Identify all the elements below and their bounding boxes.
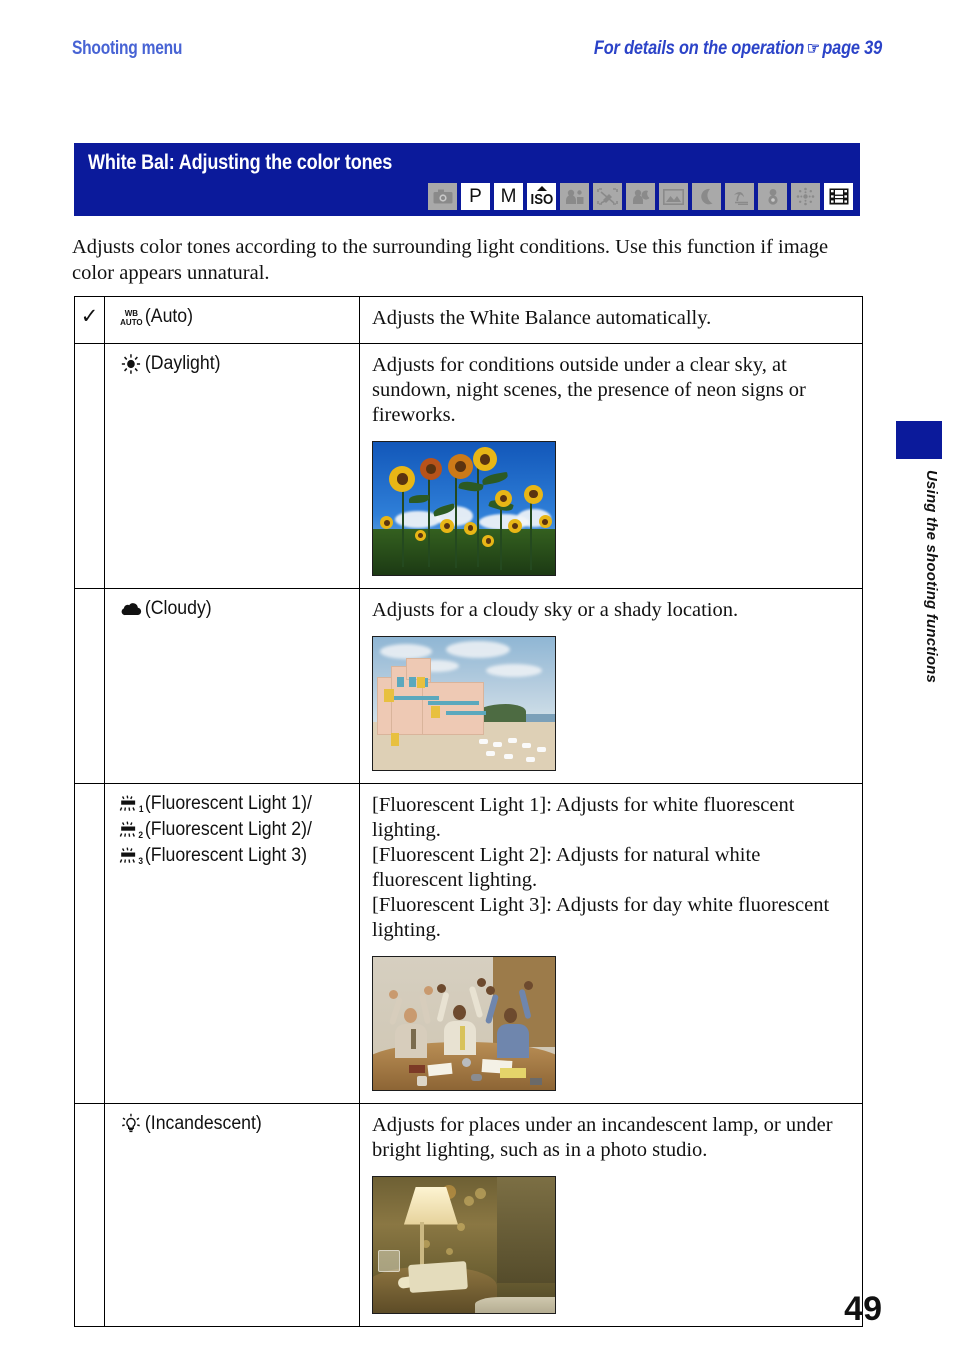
option-label: (Daylight)	[144, 353, 221, 374]
fluorescent-light-1-icon: 1	[117, 792, 145, 816]
incandescent-bulb-icon	[117, 1112, 145, 1136]
option-daylight: (Daylight)	[117, 352, 336, 376]
option-label: (Fluorescent Light 1)/	[144, 793, 312, 814]
fireworks-mode-icon	[791, 183, 820, 210]
svg-text:AUTO: AUTO	[120, 317, 143, 327]
fluorescent-light-2-icon: 2	[117, 818, 145, 842]
program-mode-icon: P	[461, 183, 490, 210]
table-row: (Cloudy) Adjusts for a cloudy sky or a s…	[74, 588, 863, 784]
description-cell: Adjusts for a cloudy sky or a shady loca…	[359, 588, 863, 784]
running-head-reference: For details on the operation ☞ page 39	[594, 38, 882, 60]
example-photo-sunflowers	[372, 441, 556, 576]
option-auto: WB AUTO (Auto)	[117, 305, 336, 329]
svg-text:3: 3	[138, 856, 143, 866]
option-cell: WB AUTO (Auto)	[104, 296, 360, 344]
option-label: (Fluorescent Light 3)	[144, 845, 307, 866]
running-head-section: Shooting menu	[72, 38, 183, 59]
description-cell: [Fluorescent Light 1]: Adjusts for white…	[359, 783, 863, 1104]
no-flash-hand-icon	[597, 188, 618, 205]
description-cell: Adjusts for places under an incandescent…	[359, 1103, 863, 1327]
iso-mode-icon: ISO	[527, 183, 556, 210]
description-text: [Fluorescent Light 1]: Adjusts for white…	[372, 794, 830, 941]
landscape-mode-icon	[659, 183, 688, 210]
option-fluorescent-1: 1 (Fluorescent Light 1)/	[117, 792, 336, 816]
snowman-icon	[765, 188, 781, 205]
table-row: ✓ WB AUTO (Auto) Adjusts the White Balanc…	[74, 296, 863, 344]
manual-mode-icon: M	[494, 183, 523, 210]
fireworks-burst-icon	[796, 187, 815, 206]
iso-mode-label: ISO	[530, 191, 553, 208]
default-checkmark-cell	[74, 1103, 105, 1327]
svg-text:2: 2	[138, 830, 143, 840]
camera-auto-mode-icon	[428, 183, 457, 210]
option-label: (Cloudy)	[144, 598, 212, 619]
option-fluorescent-3: 3 (Fluorescent Light 3)	[117, 844, 336, 868]
section-title-band: White Bal: Adjusting the color tones P M…	[74, 143, 860, 216]
option-label: (Fluorescent Light 2)/	[144, 819, 312, 840]
table-row: (Incandescent) Adjusts for places under …	[74, 1103, 863, 1327]
intro-paragraph: Adjusts color tones according to the sur…	[72, 236, 829, 284]
description-cell: Adjusts the White Balance automatically.	[359, 296, 863, 344]
two-people-icon	[565, 189, 585, 205]
option-incandescent: (Incandescent)	[117, 1112, 336, 1136]
svg-text:1: 1	[138, 804, 143, 814]
checkmark-icon: ✓	[80, 304, 99, 328]
movie-mode-icon	[824, 183, 853, 210]
high-sensitivity-mode-icon	[593, 183, 622, 210]
iso-mode-glyph: ISO	[529, 186, 555, 207]
option-label: (Auto)	[144, 306, 194, 327]
default-checkmark-cell	[74, 588, 105, 784]
program-mode-label: P	[469, 186, 482, 207]
soft-snap-mode-icon	[560, 183, 589, 210]
example-photo-lamp-room	[372, 1176, 556, 1314]
twilight-portrait-mode-icon	[626, 183, 655, 210]
example-photo-hotel	[372, 636, 556, 771]
example-photo-office	[372, 956, 556, 1091]
option-label: (Incandescent)	[144, 1113, 262, 1134]
description-text: Adjusts the White Balance automatically.	[372, 307, 712, 329]
palm-tree-beach-icon	[730, 189, 750, 205]
page-number: 49	[844, 1290, 882, 1328]
chapter-tab-label: Using the shooting functions	[923, 470, 940, 684]
running-head: Shooting menu For details on the operati…	[72, 38, 882, 68]
daylight-sun-icon	[117, 352, 145, 376]
description-text: Adjusts for a cloudy sky or a shady loca…	[372, 599, 739, 621]
chapter-tab-marker	[896, 421, 942, 459]
film-strip-icon	[829, 188, 849, 205]
twilight-mode-icon	[692, 183, 721, 210]
description-text: Adjusts for conditions outside under a c…	[372, 354, 806, 426]
table-row: 1 (Fluorescent Light 1)/ 2 (Fluorescent …	[74, 783, 863, 1104]
camera-icon	[433, 189, 453, 204]
snow-mode-icon	[758, 183, 787, 210]
mountain-landscape-icon	[663, 188, 684, 205]
table-row: (Daylight) Adjusts for conditions outsid…	[74, 343, 863, 589]
cloudy-cloud-icon	[117, 597, 145, 621]
wb-auto-icon: WB AUTO	[117, 305, 145, 329]
description-text: Adjusts for places under an incandescent…	[372, 1114, 833, 1161]
mode-availability-row: P M ISO	[428, 183, 853, 210]
option-cell: 1 (Fluorescent Light 1)/ 2 (Fluorescent …	[104, 783, 360, 1104]
reference-page: page 39	[822, 38, 882, 59]
default-checkmark-cell	[74, 343, 105, 589]
manual-mode-label: M	[500, 186, 517, 207]
page-title: White Bal: Adjusting the color tones	[88, 151, 393, 174]
beach-mode-icon	[725, 183, 754, 210]
option-cloudy: (Cloudy)	[117, 597, 336, 621]
person-with-moon-icon	[631, 189, 651, 205]
moon-icon	[699, 188, 714, 205]
default-checkmark-cell	[74, 783, 105, 1104]
fluorescent-light-3-icon: 3	[117, 844, 145, 868]
option-fluorescent-2: 2 (Fluorescent Light 2)/	[117, 818, 336, 842]
white-balance-options-table: ✓ WB AUTO (Auto) Adjusts the White Balanc…	[74, 296, 863, 1327]
option-cell: (Incandescent)	[104, 1103, 360, 1327]
pointing-hand-icon: ☞	[806, 39, 820, 58]
reference-prefix: For details on the operation	[593, 38, 805, 59]
option-cell: (Daylight)	[104, 343, 360, 589]
option-cell: (Cloudy)	[104, 588, 360, 784]
description-cell: Adjusts for conditions outside under a c…	[359, 343, 863, 589]
default-checkmark-cell: ✓	[74, 296, 105, 344]
